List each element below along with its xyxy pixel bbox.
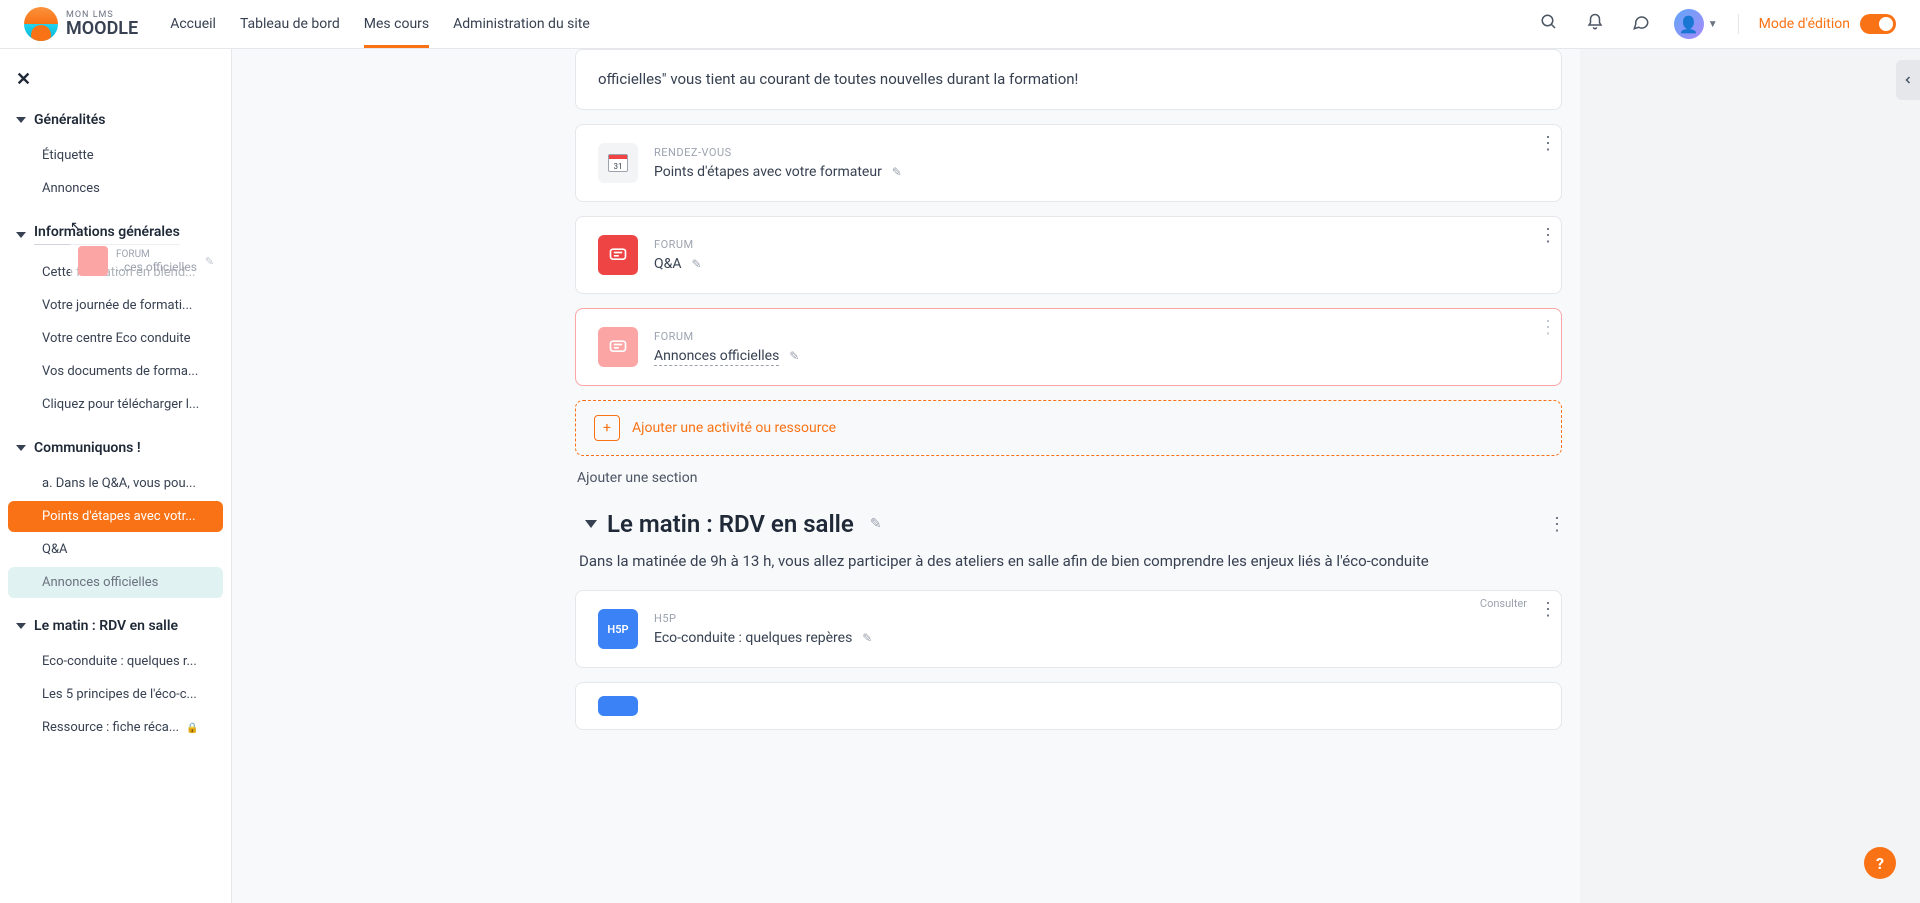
activity-type: FORUM xyxy=(654,238,702,251)
edit-pencil-icon[interactable]: ✎ xyxy=(789,349,799,363)
consulter-badge[interactable]: Consulter xyxy=(1480,597,1527,610)
lock-icon: 🔒 xyxy=(186,723,198,734)
sidebar-item[interactable]: Annonces xyxy=(8,173,223,204)
intro-card: officielles" vous tient au courant de to… xyxy=(575,49,1562,110)
sidebar-item[interactable]: Vos documents de forma... xyxy=(8,356,223,387)
more-menu-icon[interactable]: ⋮ xyxy=(1539,225,1557,246)
search-icon[interactable] xyxy=(1536,9,1562,40)
sidebar-heading-label: Généralités xyxy=(34,112,105,128)
sidebar-item[interactable]: a. Dans le Q&A, vous pou... xyxy=(8,468,223,499)
sidebar-item[interactable]: Cliquez pour télécharger l... xyxy=(8,389,223,420)
add-section-link[interactable]: Ajouter une section xyxy=(577,470,1562,486)
activity-type: FORUM xyxy=(654,330,799,343)
edit-pencil-icon[interactable]: ✎ xyxy=(862,631,872,645)
sidebar-item[interactable]: Cette formation en blend... xyxy=(8,257,223,288)
logo-bottom: MOODLE xyxy=(66,20,138,38)
chevron-down-icon[interactable] xyxy=(585,520,597,528)
section-header: Le matin : RDV en salle ✎ ⋮ xyxy=(585,510,1562,538)
activity-card-scheduler[interactable]: RENDEZ-VOUS Points d'étapes avec votre f… xyxy=(575,124,1562,202)
chevron-down-icon xyxy=(16,117,26,123)
nav-dashboard[interactable]: Tableau de bord xyxy=(240,0,340,48)
activity-type: H5P xyxy=(654,612,872,625)
right-gutter xyxy=(1580,49,1920,903)
sidebar-section-generalites: Généralités Étiquette Annonces xyxy=(0,98,231,210)
sidebar-item[interactable]: Étiquette xyxy=(8,140,223,171)
plus-icon: + xyxy=(594,415,620,441)
more-menu-icon[interactable]: ⋮ xyxy=(1539,599,1557,620)
course-index-sidebar: ✕ FORUM …ces officielles ✎ ↖ Généralités… xyxy=(0,49,232,903)
more-menu-icon[interactable]: ⋮ xyxy=(1548,514,1566,535)
intro-text: officielles" vous tient au courant de to… xyxy=(598,68,1539,91)
forum-icon xyxy=(598,235,638,275)
sidebar-item-active[interactable]: Points d'étapes avec votr... xyxy=(8,501,223,532)
section-description: Dans la matinée de 9h à 13 h, vous allez… xyxy=(579,550,1558,573)
sidebar-section-communiquons: Communiquons ! a. Dans le Q&A, vous pou.… xyxy=(0,426,231,604)
drawer-toggle[interactable] xyxy=(1896,60,1920,100)
chevron-down-icon xyxy=(16,623,26,629)
close-sidebar-button[interactable]: ✕ xyxy=(0,61,231,98)
sidebar-section-matin: Le matin : RDV en salle Eco-conduite : q… xyxy=(0,604,231,749)
course-content: officielles" vous tient au courant de to… xyxy=(557,49,1580,903)
bell-icon[interactable] xyxy=(1582,9,1608,40)
sidebar-item-label: Ressource : fiche réca... xyxy=(42,720,179,735)
sidebar-item[interactable]: Ressource : fiche réca... 🔒 xyxy=(8,712,223,743)
activity-name[interactable]: Q&A xyxy=(654,256,681,272)
h5p-icon: H5P xyxy=(598,609,638,649)
edit-pencil-icon[interactable]: ✎ xyxy=(892,165,902,179)
sidebar-heading[interactable]: Généralités xyxy=(0,102,231,138)
help-fab[interactable]: ? xyxy=(1864,847,1896,879)
forum-icon xyxy=(598,327,638,367)
user-menu[interactable]: 👤 ▼ xyxy=(1674,9,1718,39)
section-title: Le matin : RDV en salle xyxy=(607,510,854,538)
left-gutter xyxy=(232,49,557,903)
activity-name[interactable]: Annonces officielles xyxy=(654,348,779,366)
sidebar-item[interactable]: Q&A xyxy=(8,534,223,565)
primary-nav: Accueil Tableau de bord Mes cours Admini… xyxy=(170,0,590,48)
add-activity-button[interactable]: + Ajouter une activité ou ressource xyxy=(575,400,1562,456)
header-actions: 👤 ▼ Mode d'édition xyxy=(1536,9,1896,40)
avatar: 👤 xyxy=(1674,9,1704,39)
nav-home[interactable]: Accueil xyxy=(170,0,216,48)
sidebar-item[interactable]: Les 5 principes de l'éco-c... xyxy=(8,679,223,710)
edit-pencil-icon[interactable]: ✎ xyxy=(691,257,701,271)
sidebar-heading-label: Communiquons ! xyxy=(34,440,141,456)
activity-card-annonces[interactable]: FORUM Annonces officielles ✎ ⋮ xyxy=(575,308,1562,386)
logo-text: MON LMS MOODLE xyxy=(66,11,138,38)
sidebar-heading-label: Le matin : RDV en salle xyxy=(34,618,178,634)
activity-type: RENDEZ-VOUS xyxy=(654,146,902,159)
logo[interactable]: MON LMS MOODLE xyxy=(24,7,138,41)
edit-mode-toggle[interactable]: Mode d'édition xyxy=(1738,14,1896,34)
more-menu-icon[interactable]: ⋮ xyxy=(1539,317,1557,338)
logo-icon xyxy=(24,7,58,41)
sidebar-heading[interactable]: Informations générales xyxy=(0,214,231,255)
chevron-down-icon: ▼ xyxy=(1708,19,1718,30)
sidebar-item[interactable]: Eco-conduite : quelques r... xyxy=(8,646,223,677)
calendar-icon xyxy=(598,143,638,183)
sidebar-heading[interactable]: Communiquons ! xyxy=(0,430,231,466)
h5p-icon xyxy=(598,696,638,716)
sidebar-heading-label: Informations générales xyxy=(34,224,180,245)
add-activity-label: Ajouter une activité ou ressource xyxy=(632,420,836,436)
activity-name[interactable]: Points d'étapes avec votre formateur xyxy=(654,164,882,180)
chat-icon[interactable] xyxy=(1628,9,1654,40)
sidebar-item-dragging[interactable]: Annonces officielles xyxy=(8,567,223,598)
toggle-switch[interactable] xyxy=(1860,14,1896,34)
chevron-down-icon xyxy=(16,232,26,238)
activity-card-qa[interactable]: FORUM Q&A ✎ ⋮ xyxy=(575,216,1562,294)
chevron-down-icon xyxy=(16,445,26,451)
activity-name[interactable]: Eco-conduite : quelques repères xyxy=(654,630,852,646)
sidebar-item[interactable]: Votre journée de formati... xyxy=(8,290,223,321)
sidebar-section-info: Informations générales Cette formation e… xyxy=(0,210,231,426)
activity-card-h5p[interactable]: H5P H5P Eco-conduite : quelques repères … xyxy=(575,590,1562,668)
app-header: MON LMS MOODLE Accueil Tableau de bord M… xyxy=(0,0,1920,49)
main-layout: ✕ FORUM …ces officielles ✎ ↖ Généralités… xyxy=(0,49,1920,903)
nav-site-admin[interactable]: Administration du site xyxy=(453,0,590,48)
sidebar-item[interactable]: Votre centre Eco conduite xyxy=(8,323,223,354)
more-menu-icon[interactable]: ⋮ xyxy=(1539,133,1557,154)
activity-card-partial[interactable] xyxy=(575,682,1562,730)
sidebar-heading[interactable]: Le matin : RDV en salle xyxy=(0,608,231,644)
nav-my-courses[interactable]: Mes cours xyxy=(364,0,429,48)
edit-pencil-icon[interactable]: ✎ xyxy=(870,516,882,532)
edit-mode-label: Mode d'édition xyxy=(1759,16,1850,32)
